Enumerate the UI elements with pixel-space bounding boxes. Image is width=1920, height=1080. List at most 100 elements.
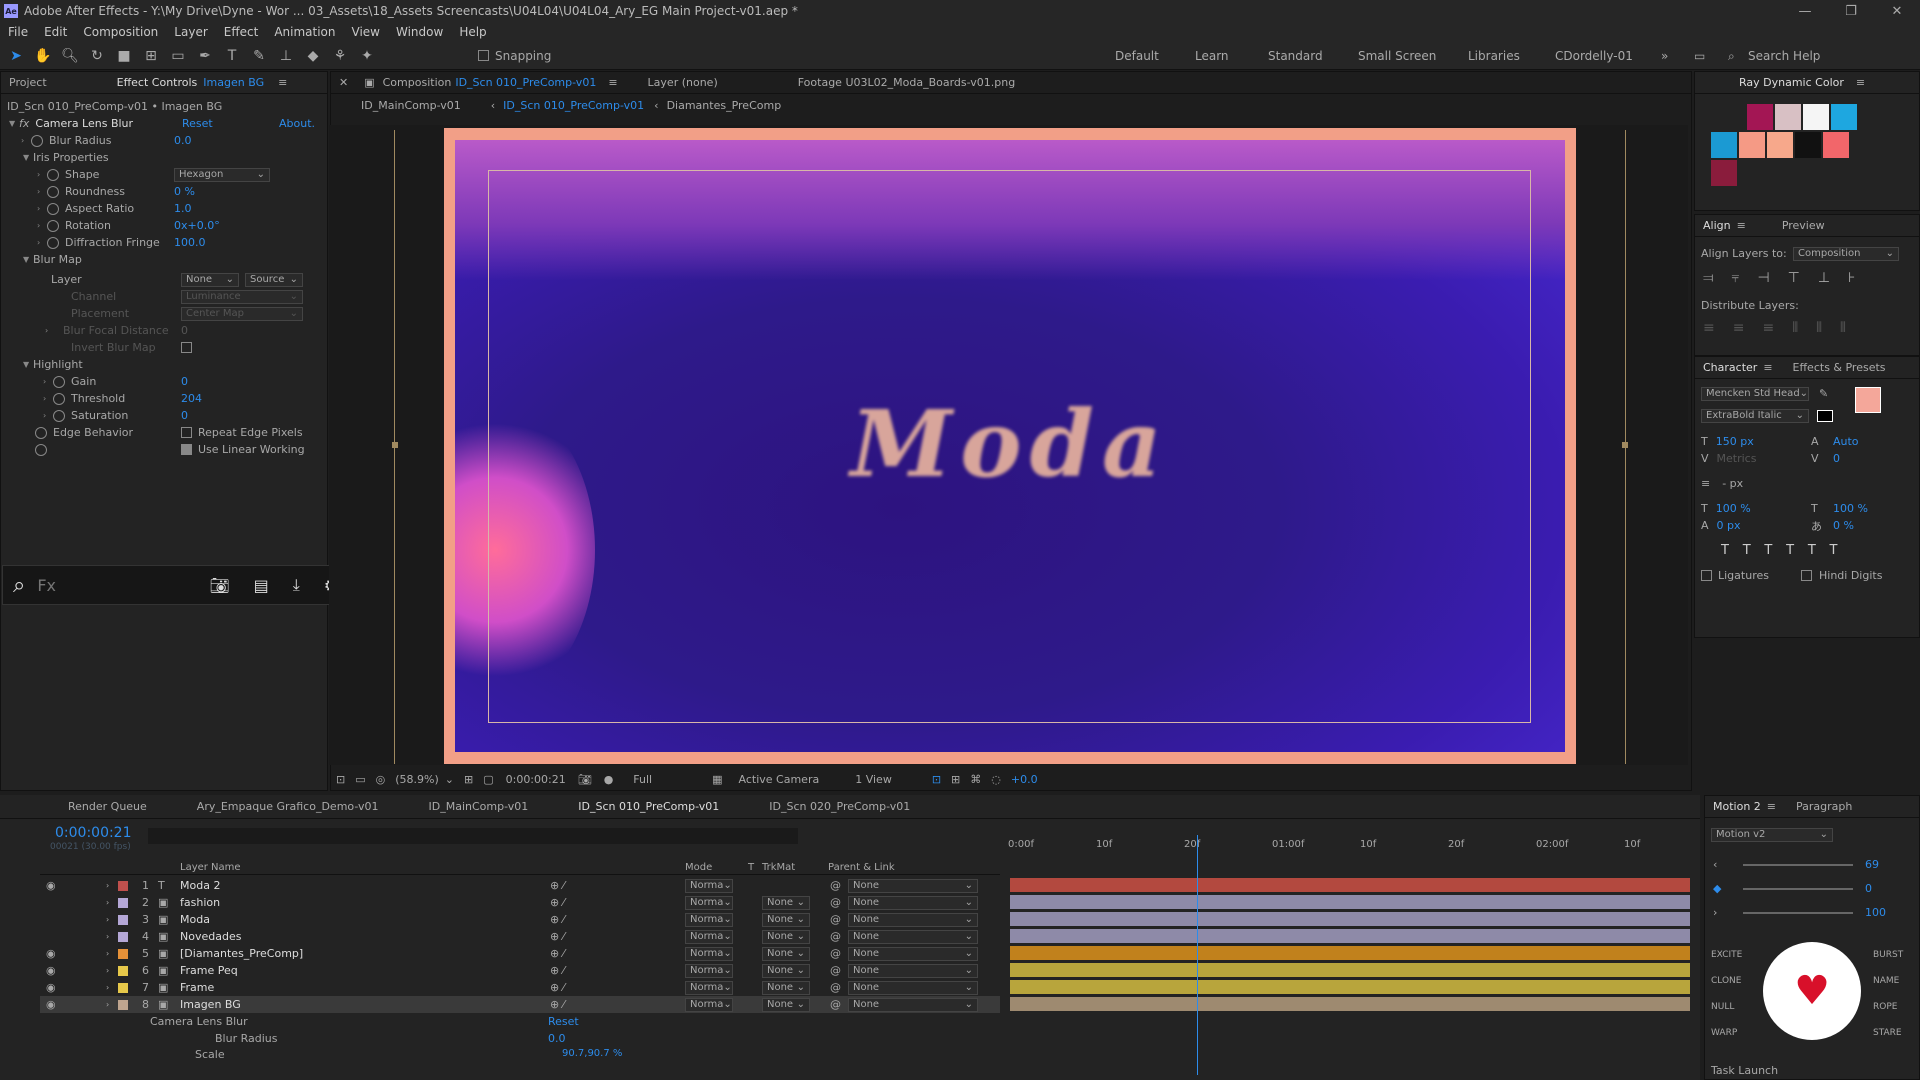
prop-value[interactable]: 0.0 bbox=[174, 134, 192, 147]
monitor-icon[interactable]: ▭ bbox=[355, 773, 365, 786]
puppet-tool-icon[interactable]: ✦ bbox=[356, 45, 378, 67]
color-swatch[interactable] bbox=[1775, 104, 1801, 130]
menu-help[interactable]: Help bbox=[459, 25, 486, 39]
pickwhip-icon[interactable]: @ bbox=[830, 896, 841, 909]
roto-brush-tool-icon[interactable]: ⚘ bbox=[329, 45, 351, 67]
prop-value[interactable]: 0x+0.0° bbox=[174, 219, 220, 232]
pickwhip-icon[interactable]: @ bbox=[830, 930, 841, 943]
mode-dropdown[interactable]: Norma ⌄ bbox=[685, 878, 733, 893]
menu-view[interactable]: View bbox=[352, 25, 380, 39]
prop-value[interactable]: 0 % bbox=[174, 185, 195, 198]
stopwatch-icon[interactable] bbox=[53, 392, 65, 405]
timeline-icon[interactable]: ⊞ bbox=[951, 773, 960, 786]
mode-dropdown[interactable]: Norma ⌄ bbox=[685, 997, 733, 1012]
text-style-buttons[interactable]: TTTTTT bbox=[1721, 542, 1852, 559]
col-trkmat[interactable]: TrkMat bbox=[762, 862, 795, 873]
chevron-right-icon[interactable]: › bbox=[106, 966, 109, 975]
color-swatch[interactable] bbox=[1747, 104, 1773, 130]
switches-icon[interactable]: ⊕ ⁄ bbox=[550, 998, 565, 1011]
invert-checkbox[interactable] bbox=[181, 342, 192, 353]
color-swatch[interactable] bbox=[1767, 132, 1793, 158]
prop-value[interactable]: 100.0 bbox=[174, 236, 206, 249]
parent-dropdown[interactable]: None ⌄ bbox=[848, 878, 978, 893]
camera-dropdown[interactable]: Active Camera bbox=[739, 773, 820, 786]
stopwatch-icon[interactable] bbox=[35, 443, 47, 456]
search-icon[interactable]: ⌕ bbox=[13, 573, 25, 598]
color-swatch[interactable] bbox=[1831, 104, 1857, 130]
switches-icon[interactable]: ⊕ ⁄ bbox=[550, 964, 565, 977]
layer-duration-bar[interactable] bbox=[1010, 929, 1690, 943]
tracking-value[interactable]: 0 bbox=[1833, 452, 1840, 465]
hindi-checkbox[interactable] bbox=[1801, 570, 1812, 581]
color-swatch[interactable] bbox=[1711, 132, 1737, 158]
motion-slider-1[interactable]: 69 bbox=[1865, 858, 1879, 871]
visibility-icon[interactable]: ◉ bbox=[46, 947, 56, 960]
tab-effects-presets[interactable]: Effects & Presets bbox=[1793, 361, 1886, 374]
menu-edit[interactable]: Edit bbox=[44, 25, 67, 39]
parent-dropdown[interactable]: None ⌄ bbox=[848, 997, 978, 1012]
layer-duration-bar[interactable] bbox=[1010, 895, 1690, 909]
tab-motion[interactable]: Motion 2 bbox=[1713, 800, 1761, 813]
layer-name[interactable]: Novedades bbox=[180, 930, 241, 943]
layer-duration-bar[interactable] bbox=[1010, 997, 1690, 1011]
trkmat-dropdown[interactable]: None ⌄ bbox=[762, 912, 810, 927]
chevron-right-icon[interactable]: › bbox=[106, 881, 109, 890]
motion-button[interactable]: STARE bbox=[1873, 1024, 1902, 1041]
crumb-diamantes[interactable]: Diamantes_PreComp bbox=[667, 99, 782, 112]
time-ruler[interactable]: 0:00f 10f 20f 01:00f 10f 20f 02:00f 10f bbox=[1008, 833, 1688, 873]
mode-dropdown[interactable]: Norma ⌄ bbox=[685, 980, 733, 995]
black-swatch[interactable] bbox=[1817, 409, 1833, 422]
color-swatch[interactable] bbox=[1711, 160, 1737, 186]
parent-dropdown[interactable]: None ⌄ bbox=[848, 912, 978, 927]
menu-icon[interactable]: ≡ bbox=[1767, 800, 1776, 813]
parent-dropdown[interactable]: None ⌄ bbox=[848, 980, 978, 995]
parent-dropdown[interactable]: None ⌄ bbox=[848, 963, 978, 978]
ligatures-checkbox[interactable] bbox=[1701, 570, 1712, 581]
timeline-tab[interactable]: Render Queue bbox=[68, 800, 147, 813]
channel-dropdown[interactable]: Luminance ⌄ bbox=[181, 289, 303, 304]
motion-version-dropdown[interactable]: Motion v2 ⌄ bbox=[1711, 827, 1833, 842]
eraser-tool-icon[interactable]: ◆ bbox=[302, 45, 324, 67]
threshold-value[interactable]: 204 bbox=[181, 392, 202, 405]
reset-link[interactable]: Reset bbox=[182, 117, 213, 130]
timeline-search[interactable] bbox=[148, 828, 798, 844]
timeline-tab[interactable]: ID_Scn 010_PreComp-v01 bbox=[578, 800, 719, 813]
timeline-layer-row[interactable]: ◉ › 7 ▣ Frame ⊕ ⁄ Norma ⌄ None ⌄ @ None ⌄ bbox=[40, 979, 1000, 996]
color-swatch[interactable] bbox=[1795, 132, 1821, 158]
motion-button[interactable]: ROPE bbox=[1873, 998, 1897, 1015]
stopwatch-icon[interactable] bbox=[47, 219, 59, 232]
mode-dropdown[interactable]: Norma ⌄ bbox=[685, 946, 733, 961]
motion-button[interactable]: BURST bbox=[1873, 946, 1903, 963]
visibility-icon[interactable]: ◉ bbox=[46, 998, 56, 1011]
font-size-value[interactable]: 150 px bbox=[1716, 435, 1754, 448]
pickwhip-icon[interactable]: @ bbox=[830, 879, 841, 892]
stopwatch-icon[interactable] bbox=[47, 236, 59, 249]
hscale-value[interactable]: 100 % bbox=[1833, 502, 1868, 515]
switches-icon[interactable]: ⊕ ⁄ bbox=[550, 981, 565, 994]
parent-dropdown[interactable]: None ⌄ bbox=[848, 946, 978, 961]
layer-duration-bar[interactable] bbox=[1010, 878, 1690, 892]
trkmat-dropdown[interactable]: None ⌄ bbox=[762, 963, 810, 978]
menu-composition[interactable]: Composition bbox=[83, 25, 158, 39]
menu-effect[interactable]: Effect bbox=[224, 25, 259, 39]
layer-dropdown[interactable]: None ⌄ bbox=[181, 272, 239, 287]
layer-duration-bar[interactable] bbox=[1010, 946, 1690, 960]
switches-icon[interactable]: ⊕ ⁄ bbox=[550, 896, 565, 909]
layer-name[interactable]: Frame bbox=[180, 981, 214, 994]
motion-slider-2[interactable]: 0 bbox=[1865, 882, 1872, 895]
resolution-dropdown[interactable]: Full bbox=[633, 773, 652, 786]
layer-name[interactable]: Imagen BG bbox=[180, 998, 241, 1011]
color-swatch[interactable] bbox=[1803, 104, 1829, 130]
layer-duration-bar[interactable] bbox=[1010, 963, 1690, 977]
pickwhip-icon[interactable]: @ bbox=[830, 913, 841, 926]
label-color-swatch[interactable] bbox=[118, 931, 128, 942]
mode-dropdown[interactable]: Norma ⌄ bbox=[685, 895, 733, 910]
tab-composition-name[interactable]: ID_Scn 010_PreComp-v01 bbox=[455, 76, 596, 89]
tab-project[interactable]: Project bbox=[9, 76, 47, 89]
layer-duration-bar[interactable] bbox=[1010, 912, 1690, 926]
workspace-small-screen[interactable]: Small Screen bbox=[1358, 42, 1436, 70]
exposure-value[interactable]: +0.0 bbox=[1011, 773, 1038, 786]
trkmat-dropdown[interactable]: None ⌄ bbox=[762, 980, 810, 995]
workspace-libraries[interactable]: Libraries bbox=[1468, 42, 1520, 70]
menu-layer[interactable]: Layer bbox=[174, 25, 207, 39]
